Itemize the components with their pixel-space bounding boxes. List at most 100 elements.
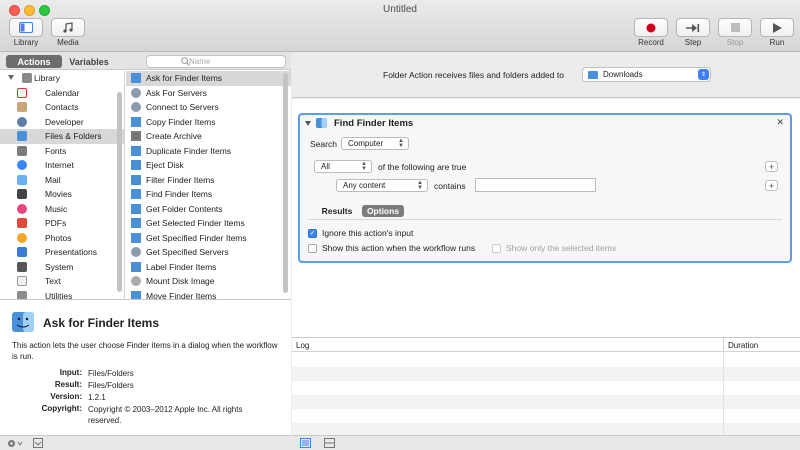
action-item[interactable]: Get Specified Finder Items xyxy=(126,231,291,246)
library-item-pdfs[interactable]: PDFs xyxy=(0,216,124,231)
action-item[interactable]: Filter Finder Items xyxy=(126,173,291,188)
stop-button[interactable] xyxy=(718,18,752,37)
action-item[interactable]: Find Finder Items xyxy=(126,187,291,202)
finder-icon xyxy=(131,73,141,83)
action-title: Find Finder Items xyxy=(334,118,414,129)
finder-icon xyxy=(131,145,141,156)
action-item[interactable]: Eject Disk xyxy=(126,158,291,173)
library-root[interactable]: Library xyxy=(0,71,124,86)
action-item[interactable]: Label Finder Items xyxy=(126,260,291,275)
step-button[interactable] xyxy=(676,18,710,37)
library-item-movies[interactable]: Movies xyxy=(0,187,124,202)
action-item[interactable]: Ask for Finder Items xyxy=(126,71,291,86)
action-item[interactable]: Move Finder Items xyxy=(126,289,291,299)
library-item-contacts[interactable]: Contacts xyxy=(0,100,124,115)
table-row xyxy=(292,367,800,381)
tab-options[interactable]: Options xyxy=(362,205,404,217)
log-column-header[interactable]: Log xyxy=(296,341,309,350)
tab-variables[interactable]: Variables xyxy=(64,55,114,68)
show-selected-checkbox: Show only the selected items xyxy=(492,243,616,253)
right-bottom-bar xyxy=(292,435,800,450)
action-item[interactable]: Create Archive xyxy=(126,129,291,144)
finder-icon xyxy=(12,312,34,332)
description-text: This action lets the user choose Finder … xyxy=(12,341,278,361)
music-icon xyxy=(17,203,27,214)
list-view-icon[interactable] xyxy=(300,438,311,448)
split-view-icon[interactable] xyxy=(324,438,335,448)
search-input[interactable]: Name xyxy=(146,55,286,68)
table-row xyxy=(292,353,800,367)
close-icon[interactable]: ✕ xyxy=(776,117,784,128)
library-scrollbar[interactable] xyxy=(117,92,122,292)
tab-results[interactable]: Results xyxy=(316,205,358,217)
action-item[interactable]: Mount Disk Image xyxy=(126,274,291,289)
finder-icon xyxy=(131,218,141,228)
description-title: Ask for Finder Items xyxy=(43,316,160,330)
library-button[interactable] xyxy=(9,18,43,37)
text-icon xyxy=(17,276,27,286)
gear-icon[interactable] xyxy=(7,439,23,448)
stop-label: Stop xyxy=(726,38,744,47)
media-button[interactable] xyxy=(51,18,85,37)
library-item-music[interactable]: Music xyxy=(0,202,124,217)
folder-select[interactable]: Downloads ⇕ xyxy=(582,67,711,82)
finder-icon xyxy=(131,174,141,185)
pdf-icon xyxy=(17,218,27,228)
calendar-icon xyxy=(17,87,27,98)
ignore-input-checkbox[interactable]: ✓ Ignore this action's input xyxy=(308,228,413,238)
library-label: Library xyxy=(13,38,39,47)
criteria-text-field[interactable] xyxy=(475,178,596,192)
library-item-fonts[interactable]: Fonts xyxy=(0,144,124,159)
step-icon xyxy=(686,23,700,32)
finder-icon xyxy=(316,118,327,128)
card-divider xyxy=(308,219,782,220)
description-toggle-icon[interactable] xyxy=(33,438,43,448)
action-item[interactable]: Get Specified Servers xyxy=(126,245,291,260)
collapse-triangle-icon[interactable] xyxy=(305,121,311,126)
library-item-files-folders[interactable]: Files & Folders xyxy=(0,129,124,144)
library-item-mail[interactable]: Mail xyxy=(0,173,124,188)
tab-actions[interactable]: Actions xyxy=(6,55,62,68)
action-item[interactable]: Duplicate Finder Items xyxy=(126,144,291,159)
show-action-checkbox[interactable]: Show this action when the workflow runs xyxy=(308,243,475,253)
match-select[interactable]: All ▲ ▼ xyxy=(314,160,372,173)
library-item-internet[interactable]: Internet xyxy=(0,158,124,173)
step-label: Step xyxy=(684,38,702,47)
library-item-text[interactable]: Text xyxy=(0,274,124,289)
library-item-developer[interactable]: Developer xyxy=(0,115,124,130)
criteria-field-select[interactable]: Any content ▲ ▼ xyxy=(336,179,428,192)
search-location-select[interactable]: Computer ▲ ▼ xyxy=(341,137,409,150)
left-bottom-bar xyxy=(0,435,291,450)
table-row xyxy=(292,409,800,423)
action-item[interactable]: Get Folder Contents xyxy=(126,202,291,217)
action-item[interactable]: Get Selected Finder Items xyxy=(126,216,291,231)
library-item-photos[interactable]: Photos xyxy=(0,231,124,246)
action-item[interactable]: Copy Finder Items xyxy=(126,115,291,130)
chevron-updown-icon: ▲ ▼ xyxy=(417,180,423,191)
library-item-system[interactable]: System xyxy=(0,260,124,275)
add-criteria-button[interactable]: + xyxy=(765,161,778,172)
duration-column-header[interactable]: Duration xyxy=(728,341,758,350)
library-item-presentations[interactable]: Presentations xyxy=(0,245,124,260)
meta-input: Input: Files/Folders xyxy=(59,368,134,378)
library-item-calendar[interactable]: Calendar xyxy=(0,86,124,101)
disclosure-triangle-icon xyxy=(8,75,14,80)
action-item[interactable]: Connect to Servers xyxy=(126,100,291,115)
add-criteria-row-button[interactable]: + xyxy=(765,180,778,191)
run-button[interactable] xyxy=(760,18,794,37)
action-description: Ask for Finder Items This action lets th… xyxy=(0,299,291,435)
movies-icon xyxy=(17,189,27,199)
finder-icon xyxy=(131,203,141,214)
action-list-scrollbar[interactable] xyxy=(283,73,288,293)
log-table: Log Duration xyxy=(292,337,800,437)
chevron-updown-icon: ▲ ▼ xyxy=(398,138,404,149)
server-icon xyxy=(131,87,141,98)
disk-image-icon xyxy=(131,276,141,286)
log-header: Log Duration xyxy=(292,338,800,352)
library-root-label: Library xyxy=(34,73,60,84)
action-item[interactable]: Ask For Servers xyxy=(126,86,291,101)
record-button[interactable] xyxy=(634,18,668,37)
record-label: Record xyxy=(638,38,664,47)
finder-icon xyxy=(131,189,141,199)
library-item-utilities[interactable]: Utilities xyxy=(0,289,124,299)
